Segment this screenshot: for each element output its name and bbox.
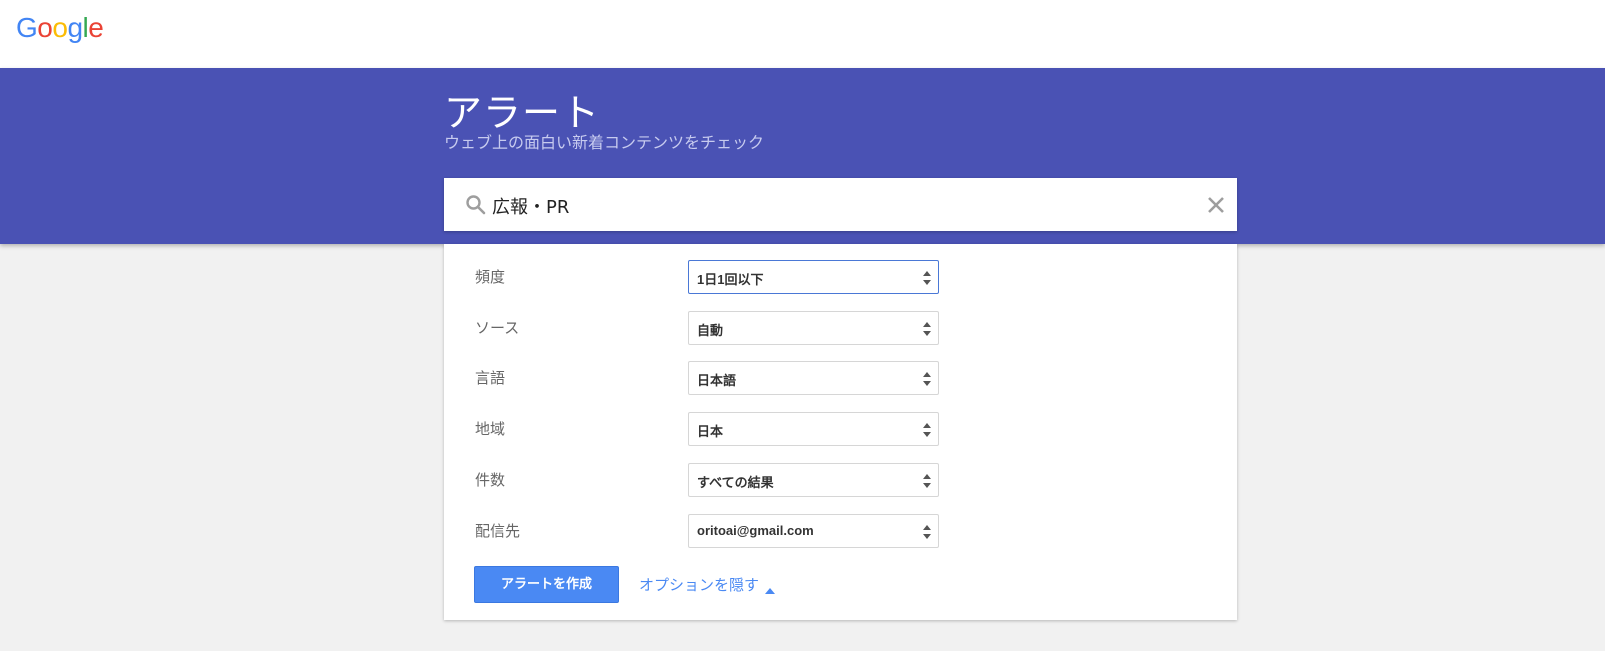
option-row-region: 地域 日本 — [444, 412, 1237, 446]
logo-letter-o1: o — [37, 12, 53, 43]
create-alert-button[interactable]: アラートを作成 — [474, 566, 619, 603]
deliver-to-select[interactable]: oritoai@gmail.com — [688, 514, 939, 548]
frequency-value: 1日1回以下 — [697, 272, 764, 287]
source-label: ソース — [475, 319, 520, 337]
alert-options-panel: 頻度 1日1回以下 ソース 自動 言語 日本語 地域 日本 件数 すべての結果 … — [444, 244, 1237, 620]
logo-letter-o2: o — [52, 12, 68, 43]
select-arrows-icon — [922, 472, 932, 490]
logo-letter-g1: G — [16, 12, 38, 43]
source-select[interactable]: 自動 — [688, 311, 939, 345]
language-label: 言語 — [475, 369, 506, 387]
logo-letter-g2: g — [67, 12, 83, 43]
language-select[interactable]: 日本語 — [688, 361, 939, 395]
option-row-count: 件数 すべての結果 — [444, 463, 1237, 497]
logo-letter-e: e — [88, 12, 104, 43]
source-value: 自動 — [697, 323, 724, 338]
search-icon — [464, 193, 488, 217]
region-label: 地域 — [475, 420, 506, 438]
language-value: 日本語 — [697, 373, 737, 388]
option-row-source: ソース 自動 — [444, 311, 1237, 345]
frequency-select[interactable]: 1日1回以下 — [688, 260, 939, 294]
select-arrows-icon — [922, 269, 932, 287]
google-logo[interactable]: Google — [16, 12, 104, 44]
option-row-language: 言語 日本語 — [444, 361, 1237, 395]
alert-query-text[interactable]: 広報・PR — [492, 193, 569, 219]
select-arrows-icon — [922, 370, 932, 388]
region-value: 日本 — [697, 424, 724, 439]
top-bar: Google — [0, 0, 1605, 68]
close-icon[interactable] — [1203, 192, 1229, 218]
page-subtitle: ウェブ上の面白い新着コンテンツをチェック — [444, 133, 765, 152]
count-value: すべての結果 — [697, 475, 774, 490]
option-row-deliver-to: 配信先 oritoai@gmail.com — [444, 514, 1237, 548]
hide-options-link[interactable]: オプションを隠す — [639, 574, 759, 595]
caret-up-icon[interactable] — [764, 580, 776, 594]
count-select[interactable]: すべての結果 — [688, 463, 939, 497]
option-row-frequency: 頻度 1日1回以下 — [444, 260, 1237, 294]
select-arrows-icon — [922, 320, 932, 338]
frequency-label: 頻度 — [475, 268, 506, 286]
deliver-to-value: oritoai@gmail.com — [697, 523, 814, 538]
select-arrows-icon — [922, 421, 932, 439]
count-label: 件数 — [475, 471, 506, 489]
select-arrows-icon — [922, 523, 932, 541]
alert-query-input[interactable]: 広報・PR — [444, 178, 1237, 231]
deliver-to-label: 配信先 — [475, 522, 521, 540]
region-select[interactable]: 日本 — [688, 412, 939, 446]
